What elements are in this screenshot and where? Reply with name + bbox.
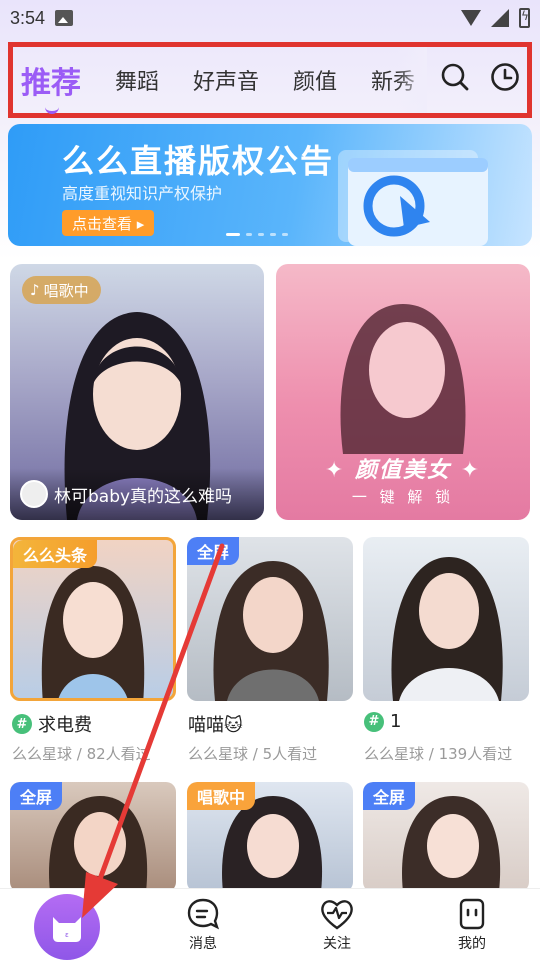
- live-card[interactable]: [363, 537, 529, 701]
- profile-face-icon: [459, 898, 485, 930]
- headline-badge: 么么头条: [13, 540, 98, 568]
- unlock-title: ✦ 颜值美女 ✦: [324, 458, 482, 483]
- singing-badge: ♪ 唱歌中: [22, 276, 101, 304]
- tab-recommend[interactable]: 推荐: [21, 58, 81, 114]
- copyright-banner[interactable]: 么么直播版权公告 高度重视知识产权保护 点击查看 ▸: [8, 124, 532, 246]
- search-icon[interactable]: [439, 61, 471, 93]
- singing-badge-label: 唱歌中: [43, 281, 89, 300]
- heart-pulse-icon: [321, 900, 353, 930]
- banner-view-button[interactable]: 点击查看 ▸: [62, 210, 155, 236]
- hashtag-icon: #: [12, 714, 32, 734]
- featured-caption-text: 林可baby真的这么难吗: [54, 486, 233, 507]
- fullscreen-badge: 全屏: [363, 782, 416, 810]
- tab-looks[interactable]: 颜值: [293, 64, 337, 96]
- status-indicators: [461, 8, 530, 28]
- banner-title: 么么直播版权公告: [62, 142, 335, 180]
- card-title: 喵喵🐱: [188, 711, 243, 737]
- tab-good-voice[interactable]: 好声音: [193, 64, 259, 96]
- card-title-text: 1: [390, 711, 402, 732]
- tab-dance[interactable]: 舞蹈: [115, 64, 159, 96]
- card-meta: 么么星球 / 82人看过: [12, 745, 151, 763]
- fullscreen-badge: 全屏: [187, 537, 240, 565]
- nav-messages[interactable]: 消息: [168, 897, 238, 953]
- svg-text:ε: ε: [65, 931, 69, 939]
- unlock-beauty-card[interactable]: ✦ 颜值美女 ✦ 一 键 解 锁: [276, 264, 530, 520]
- singing-badge: 唱歌中: [187, 782, 256, 810]
- nav-mine[interactable]: 我的: [437, 897, 507, 953]
- gallery-notification-icon: [55, 10, 74, 26]
- card-title-text: 喵喵🐱: [188, 715, 243, 736]
- card-title: # 1: [364, 711, 401, 732]
- streamer-portrait: [340, 304, 466, 454]
- signal-icon: [491, 9, 509, 27]
- streamer-portrait: [391, 557, 503, 701]
- nav-follow-label: 关注: [323, 936, 351, 952]
- home-button[interactable]: ε: [34, 894, 100, 960]
- streamer-portrait: [41, 566, 145, 698]
- card-meta: 么么星球 / 139人看过: [364, 745, 513, 763]
- wifi-icon: [461, 10, 481, 26]
- fullscreen-badge: 全屏: [10, 782, 63, 810]
- battery-icon: [519, 8, 530, 28]
- featured-live-card[interactable]: ♪ 唱歌中 林可baby真的这么难吗: [10, 264, 264, 520]
- mascot-cat-icon: ε: [53, 917, 81, 942]
- live-card[interactable]: 全屏: [10, 782, 176, 892]
- status-time: 3:54: [10, 7, 46, 28]
- tab-fade: [397, 47, 427, 113]
- category-tab-bar: 推荐 舞蹈 好声音 颜值 新秀: [8, 42, 532, 118]
- banner-play-window-icon: [338, 150, 488, 246]
- card-meta: 么么星球 / 5人看过: [188, 745, 318, 763]
- nav-follow[interactable]: 关注: [302, 897, 372, 953]
- history-clock-icon[interactable]: [489, 61, 521, 93]
- hashtag-icon: #: [364, 711, 384, 732]
- live-card[interactable]: 么么头条: [10, 537, 176, 701]
- card-title: # 求电费: [12, 711, 92, 737]
- live-card[interactable]: 唱歌中: [187, 782, 353, 892]
- unlock-subtitle: 一 键 解 锁: [351, 488, 455, 506]
- live-card[interactable]: 全屏: [363, 782, 529, 892]
- avatar: [20, 480, 48, 508]
- nav-messages-label: 消息: [189, 936, 217, 952]
- status-bar: 3:54: [0, 0, 540, 36]
- nav-mine-label: 我的: [458, 936, 486, 952]
- message-icon: [187, 898, 220, 930]
- banner-subtitle: 高度重视知识产权保护: [62, 184, 223, 203]
- banner-pagination: [226, 233, 288, 236]
- music-note-icon: ♪: [30, 281, 40, 299]
- live-card[interactable]: 全屏: [187, 537, 353, 701]
- featured-caption: 林可baby真的这么难吗: [10, 468, 264, 520]
- card-title-text: 求电费: [38, 715, 92, 736]
